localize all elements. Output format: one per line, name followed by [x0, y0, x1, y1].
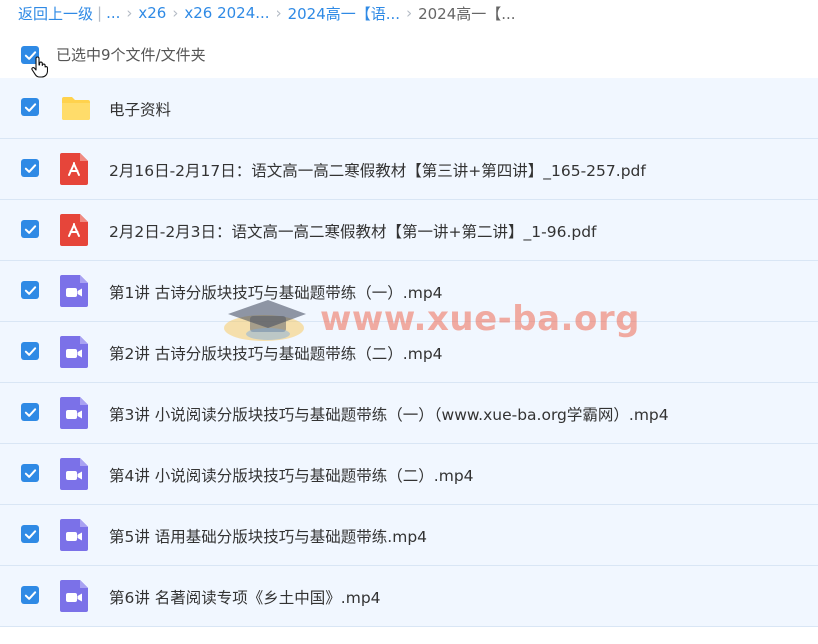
- video-icon: [58, 458, 90, 490]
- file-name[interactable]: 第3讲 小说阅读分版块技巧与基础题带练（一）（www.xue-ba.org学霸网…: [109, 403, 669, 425]
- breadcrumb-chevron-icon: ›: [126, 4, 133, 22]
- check-icon: [24, 285, 36, 295]
- check-icon: [24, 102, 36, 112]
- breadcrumb-chevron-icon: ›: [406, 4, 413, 22]
- check-icon: [24, 224, 36, 234]
- file-row[interactable]: 第5讲 语用基础分版块技巧与基础题带练.mp4: [0, 505, 818, 566]
- check-icon: [24, 163, 36, 173]
- file-row[interactable]: 电子资料: [0, 78, 818, 139]
- file-row[interactable]: 2月2日-2月3日：语文高一高二寒假教材【第一讲+第二讲】_1-96.pdf: [0, 200, 818, 261]
- file-checkbox[interactable]: [21, 281, 39, 299]
- file-name[interactable]: 第6讲 名著阅读专项《乡土中国》.mp4: [109, 586, 381, 608]
- video-icon: [58, 275, 90, 307]
- file-name[interactable]: 2月16日-2月17日：语文高一高二寒假教材【第三讲+第四讲】_165-257.…: [109, 159, 646, 181]
- breadcrumb-chevron-icon: ›: [275, 4, 282, 22]
- check-icon: [24, 529, 36, 539]
- video-icon: [58, 519, 90, 551]
- file-checkbox[interactable]: [21, 525, 39, 543]
- breadcrumb: 返回上一级 | ... › x26 › x26 2024... › 2024高一…: [0, 0, 818, 26]
- video-icon: [58, 397, 90, 429]
- file-checkbox[interactable]: [21, 159, 39, 177]
- file-name[interactable]: 第1讲 古诗分版块技巧与基础题带练（一）.mp4: [109, 281, 443, 303]
- file-checkbox[interactable]: [21, 342, 39, 360]
- file-row[interactable]: 第3讲 小说阅读分版块技巧与基础题带练（一）（www.xue-ba.org学霸网…: [0, 383, 818, 444]
- file-checkbox[interactable]: [21, 220, 39, 238]
- selection-bar: 已选中9个文件/文件夹: [0, 36, 818, 78]
- breadcrumb-item-2024-gaoyi-yu[interactable]: 2024高一【语...: [288, 3, 400, 24]
- back-link[interactable]: 返回上一级: [18, 3, 93, 24]
- file-checkbox[interactable]: [21, 403, 39, 421]
- check-icon: [24, 407, 36, 417]
- file-name[interactable]: 2月2日-2月3日：语文高一高二寒假教材【第一讲+第二讲】_1-96.pdf: [109, 220, 597, 242]
- breadcrumb-current: 2024高一【...: [418, 4, 516, 23]
- check-icon: [24, 468, 36, 478]
- file-row[interactable]: 第6讲 名著阅读专项《乡土中国》.mp4: [0, 566, 818, 627]
- selection-count-text: 已选中9个文件/文件夹: [56, 46, 206, 64]
- pdf-icon: [58, 153, 90, 185]
- breadcrumb-item-x26[interactable]: x26: [138, 4, 166, 22]
- video-icon: [58, 580, 90, 612]
- file-row[interactable]: 第2讲 古诗分版块技巧与基础题带练（二）.mp4: [0, 322, 818, 383]
- file-row[interactable]: 2月16日-2月17日：语文高一高二寒假教材【第三讲+第四讲】_165-257.…: [0, 139, 818, 200]
- file-name[interactable]: 第2讲 古诗分版块技巧与基础题带练（二）.mp4: [109, 342, 443, 364]
- file-row[interactable]: 第4讲 小说阅读分版块技巧与基础题带练（二）.mp4: [0, 444, 818, 505]
- breadcrumb-item-x26-2024[interactable]: x26 2024...: [184, 4, 269, 22]
- hand-cursor-icon: [31, 56, 48, 78]
- breadcrumb-divider: |: [97, 4, 103, 22]
- file-row[interactable]: 第1讲 古诗分版块技巧与基础题带练（一）.mp4: [0, 261, 818, 322]
- video-icon: [58, 336, 90, 368]
- file-name[interactable]: 电子资料: [109, 98, 171, 120]
- breadcrumb-ellipsis[interactable]: ...: [106, 4, 120, 22]
- file-checkbox[interactable]: [21, 464, 39, 482]
- file-list: 电子资料 2月16日-2月17日：语文高一高二寒假教材【第三讲+第四讲】_165-…: [0, 78, 818, 627]
- file-checkbox[interactable]: [21, 98, 39, 116]
- file-checkbox[interactable]: [21, 586, 39, 604]
- breadcrumb-chevron-icon: ›: [172, 4, 179, 22]
- folder-icon: [58, 92, 90, 124]
- pdf-icon: [58, 214, 90, 246]
- file-name[interactable]: 第4讲 小说阅读分版块技巧与基础题带练（二）.mp4: [109, 464, 474, 486]
- file-name[interactable]: 第5讲 语用基础分版块技巧与基础题带练.mp4: [109, 525, 427, 547]
- check-icon: [24, 346, 36, 356]
- check-icon: [24, 590, 36, 600]
